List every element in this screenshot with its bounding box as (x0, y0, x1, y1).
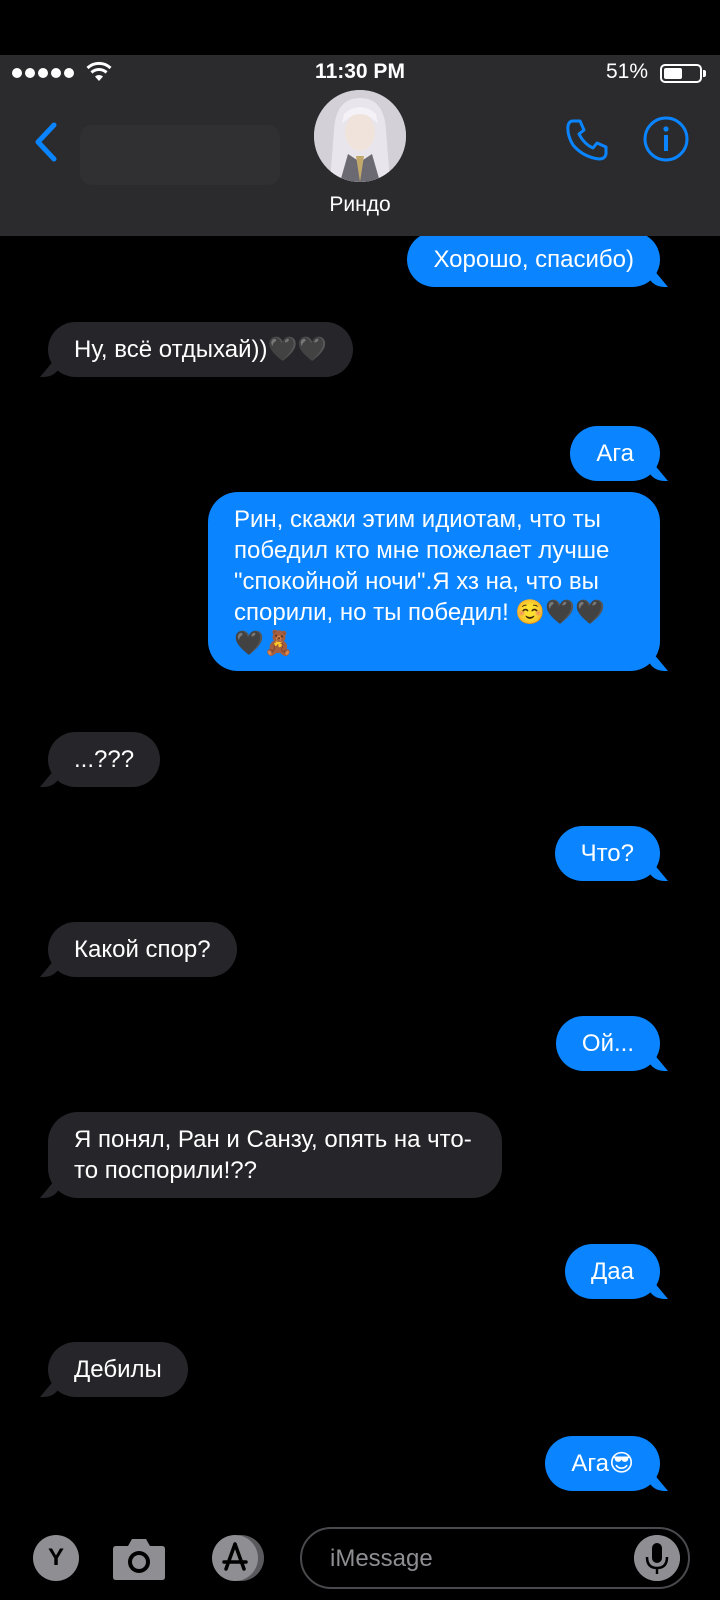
message-thread[interactable]: Хорошо, спасибо) Ну, всё отдыхай))🖤🖤 Ага… (0, 236, 720, 1516)
battery-percentage: 51% (606, 60, 649, 83)
incoming-message[interactable]: Какой спор? (48, 922, 237, 977)
conversation-header: 11:30 PM 51% Риндо (0, 55, 720, 236)
message-input-placeholder: iMessage (330, 1545, 433, 1572)
microphone-button[interactable] (634, 1535, 680, 1581)
incoming-message[interactable]: ...??? (48, 732, 161, 787)
outgoing-message[interactable]: Ага😎 (545, 1436, 660, 1491)
incoming-message[interactable]: Я понял, Ран и Санзу, опять на что-то по… (48, 1112, 502, 1198)
outgoing-message[interactable]: Даа (565, 1244, 660, 1299)
camera-button[interactable] (110, 1532, 168, 1584)
back-button[interactable] (26, 117, 66, 167)
incoming-message[interactable]: Ну, всё отдыхай))🖤🖤 (48, 322, 354, 377)
outgoing-message[interactable]: Хорошо, спасибо) (407, 236, 660, 287)
contact-name[interactable]: Риндо (0, 193, 720, 217)
app-store-button[interactable] (204, 1533, 268, 1583)
battery-icon (660, 64, 706, 83)
outgoing-message[interactable]: Ой... (555, 1016, 660, 1071)
compose-bar: Y iMessage (0, 1516, 720, 1600)
incoming-message[interactable]: Дебилы (48, 1342, 188, 1397)
status-bar: 11:30 PM 51% (0, 55, 720, 91)
call-button[interactable] (563, 115, 611, 163)
avatar[interactable] (314, 90, 406, 182)
app-drawer-button[interactable]: Y (33, 1535, 79, 1581)
outgoing-message[interactable]: Ага (570, 426, 660, 481)
blurred-region (80, 125, 280, 185)
message-input[interactable]: iMessage (300, 1527, 690, 1589)
outgoing-message[interactable]: Рин, скажи этим идиотам, что ты победил … (208, 492, 660, 671)
outgoing-message[interactable]: Что? (554, 826, 660, 881)
info-button[interactable] (642, 115, 690, 163)
